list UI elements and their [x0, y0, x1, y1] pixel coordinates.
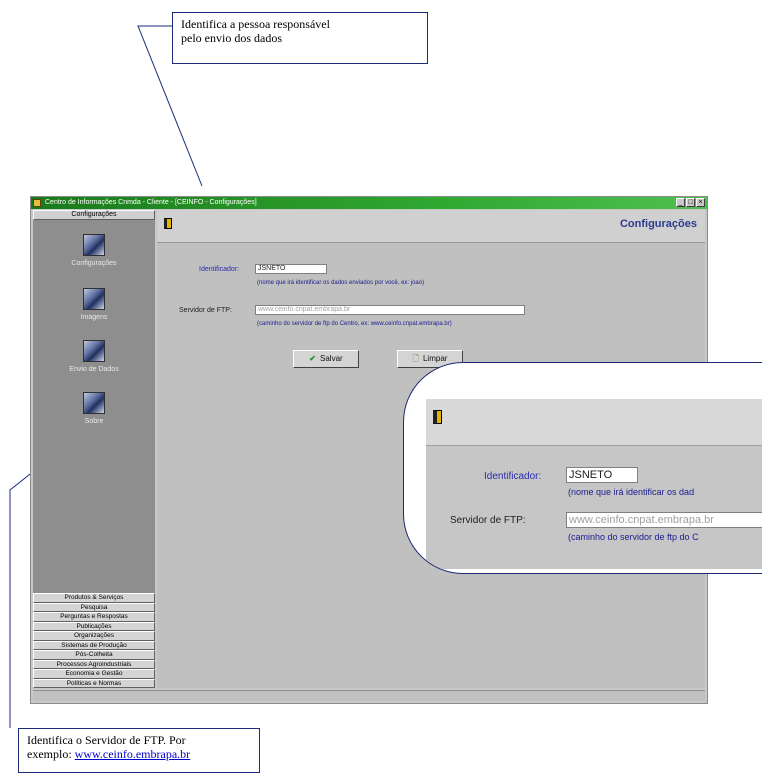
save-button[interactable]: ✔ Salvar [293, 350, 359, 368]
window-title: Centro de Informações Cnmda - Cliente - … [45, 199, 257, 206]
window-titlebar[interactable]: Centro de Informações Cnmda - Cliente - … [31, 197, 707, 209]
sidebar-tabs: Produtos & Serviços Pesquisa Perguntas e… [33, 593, 155, 688]
sidebar-item-label: Imagens [80, 314, 108, 321]
app-icon [33, 199, 41, 207]
sidebar-item-configuracoes[interactable]: Configurações [33, 234, 155, 267]
callout-bottom-line1: Identifica o Servidor de FTP. Por [27, 733, 186, 747]
callout-bottom-prefix: exemplo: [27, 747, 75, 761]
sidebar-item-envio-de-dados[interactable]: Envio de Dados [33, 340, 155, 373]
save-button-label: Salvar [320, 354, 343, 363]
zoom-panel-content: Identificador: JSNETO (nome que irá iden… [426, 399, 762, 569]
sidebar-tab-produtos-servicos[interactable]: Produtos & Serviços [33, 593, 155, 603]
zoom-ftp-hint: (caminho do servidor de ftp do C [568, 532, 699, 542]
callout-top-line2: pelo envio dos dados [181, 31, 282, 45]
zoom-ftp-server-input[interactable]: www.ceinfo.cnpat.embrapa.br [566, 512, 762, 528]
content-header: Configurações [157, 210, 705, 243]
zoom-identificador-label: Identificador: [484, 471, 542, 482]
sidebar-tab-politicas-normas[interactable]: Políticas e Normas [33, 678, 155, 688]
maximize-icon[interactable]: □ [686, 198, 695, 207]
zoom-identificador-input[interactable]: JSNETO [566, 467, 638, 483]
zoom-panel: Identificador: JSNETO (nome que irá iden… [403, 362, 762, 574]
callout-identificador: Identifica a pessoa responsável pelo env… [172, 12, 428, 64]
zoom-identificador-hint: (nome que irá identificar os dad [568, 487, 695, 497]
monitor-icon [83, 288, 105, 310]
ftp-label: Servidor de FTP: [179, 307, 232, 314]
identificador-hint: (nome que irá identificar os dados envia… [257, 280, 425, 286]
sidebar-tab-organizacoes[interactable]: Organizações [33, 631, 155, 641]
clear-button-label: Limpar [422, 354, 448, 363]
sidebar-tab-economia-gestao[interactable]: Economia e Gestão [33, 669, 155, 679]
callout-ftp-server: Identifica o Servidor de FTP. Por exempl… [18, 728, 260, 773]
checkmark-icon: ✔ [309, 354, 316, 363]
monitor-icon [83, 392, 105, 414]
sidebar: Configurações Configurações Imagens Envi… [33, 210, 155, 688]
page-title: Configurações [619, 218, 697, 230]
ceinfo-link[interactable]: www.ceinfo.embrapa.br [75, 747, 191, 761]
sidebar-tab-publicacoes[interactable]: Publicações [33, 621, 155, 631]
sidebar-tab-perguntas-respostas[interactable]: Perguntas e Respostas [33, 612, 155, 622]
document-icon [164, 218, 172, 229]
close-icon[interactable]: × [696, 198, 705, 207]
document-icon [433, 410, 442, 424]
sidebar-tab-sistemas-producao[interactable]: Sistemas de Produção [33, 640, 155, 650]
sidebar-item-imagens[interactable]: Imagens [33, 288, 155, 321]
sidebar-tab-pesquisa[interactable]: Pesquisa [33, 602, 155, 612]
sidebar-item-label: Envio de Dados [69, 366, 119, 373]
ftp-server-input[interactable]: www.ceinfo.cnpat.embrapa.br [255, 305, 525, 315]
window-controls: _ □ × [676, 198, 705, 207]
callout-bottom-line2: exemplo: www.ceinfo.embrapa.br [27, 747, 251, 761]
identificador-label: Identificador: [199, 266, 240, 273]
zoom-ftp-label: Servidor de FTP: [450, 515, 526, 526]
sidebar-header[interactable]: Configurações [33, 210, 155, 220]
sidebar-tab-pos-colheita[interactable]: Pós-Colheita [33, 650, 155, 660]
callout-top-line1: Identifica a pessoa responsável [181, 17, 330, 31]
sidebar-tab-processos-agroindustriais[interactable]: Processos Agroindustriais [33, 659, 155, 669]
zoom-header [426, 399, 762, 446]
minimize-icon[interactable]: _ [676, 198, 685, 207]
status-bar [33, 690, 705, 701]
sidebar-item-label: Sobre [84, 418, 104, 425]
sidebar-item-sobre[interactable]: Sobre [33, 392, 155, 425]
monitor-icon [83, 340, 105, 362]
page-icon: 🗋 [412, 354, 419, 363]
ftp-hint: (caminho do servidor de ftp do Centro, e… [257, 321, 452, 327]
monitor-icon [83, 234, 105, 256]
identificador-input[interactable]: JSNETO [255, 264, 327, 274]
sidebar-item-label: Configurações [71, 260, 117, 267]
